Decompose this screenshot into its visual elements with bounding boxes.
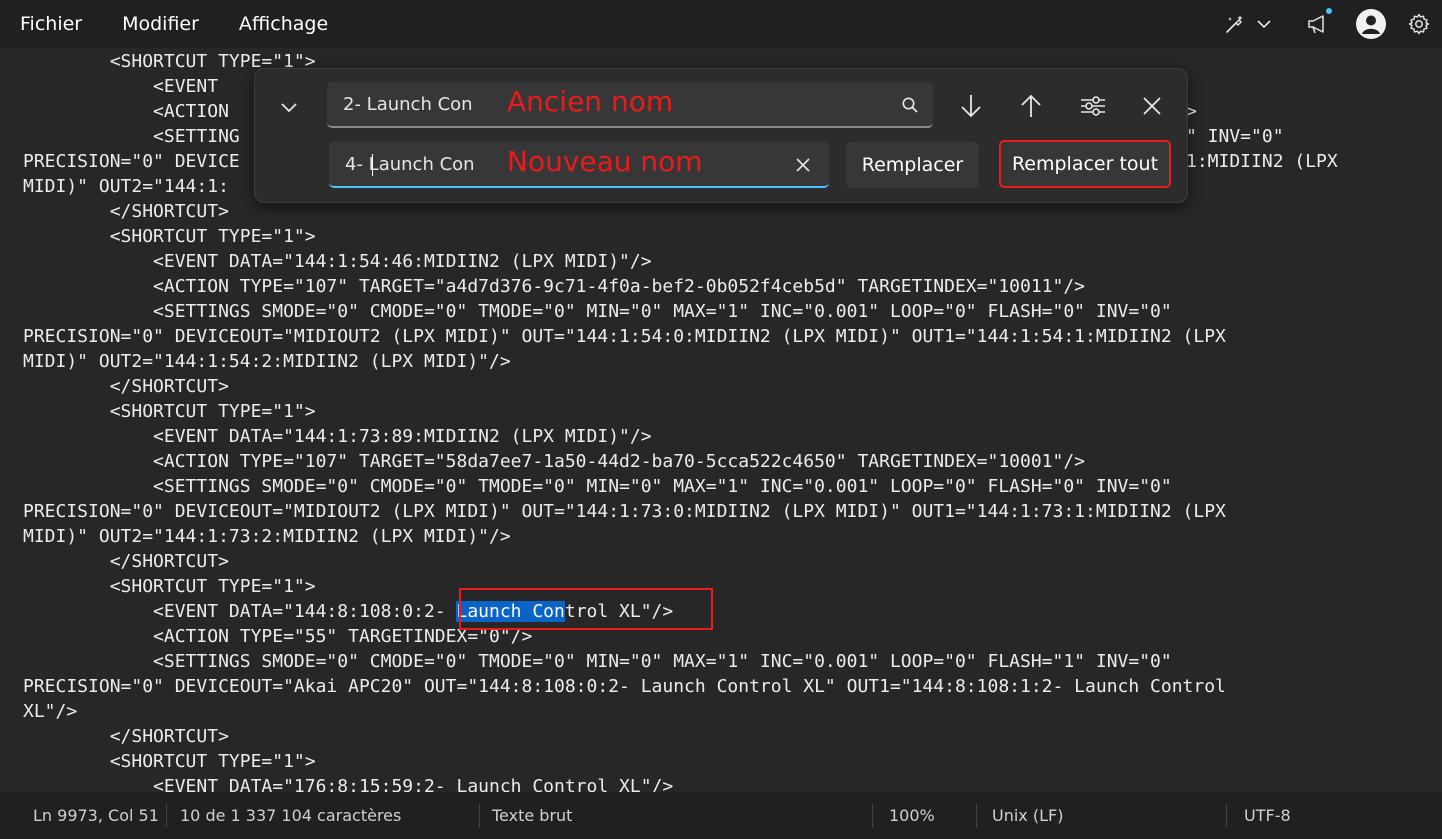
text-caret [372,154,373,176]
editor-line: <EVENT DATA="176:8:15:59:2- Launch Contr… [23,776,674,792]
editor-line: </SHORTCUT> [23,551,229,572]
editor-line: <SETTING [23,126,240,147]
editor-line: <SHORTCUT TYPE="1"> [23,576,316,597]
replace-button[interactable]: Remplacer [846,142,979,188]
editor-line: <ACTION TYPE="107" TARGET="58da7ee7-1a50… [23,451,1086,472]
menubar-actions [1220,0,1442,48]
editor-line-fragment: 1:MIDIIN2 (LPX [1186,151,1338,172]
search-options-sliders-icon[interactable] [1073,89,1113,123]
find-annotation: Ancien nom [507,85,674,118]
status-divider [1226,804,1227,827]
editor-line: <EVENT DATA="144:1:54:46:MIDIIN2 (LPX MI… [23,251,652,272]
menu-bar: Fichier Modifier Affichage [0,0,1442,48]
selection-count: 10 de 1 337 104 caractères [180,806,402,825]
editor-line: </SHORTCUT> [23,726,229,747]
editor-line: <ACTION TYPE="55" TARGETINDEX="0"/> [23,626,533,647]
copilot-icon[interactable] [1220,0,1250,48]
editor-line: <ACTION [23,101,229,122]
status-divider [872,804,873,827]
editor-line: XL"/> [23,701,78,722]
account-icon[interactable] [1354,0,1388,48]
zoom-level[interactable]: 100% [889,792,935,839]
next-match-arrow-down-icon[interactable] [951,89,991,123]
match-annotation-box [459,588,713,630]
menu-affichage[interactable]: Affichage [239,13,328,35]
editor-line: </SHORTCUT> [23,201,229,222]
editor-line: PRECISION="0" DEVICEOUT="MIDIOUT2 (LPX M… [23,501,1226,522]
editor-line: PRECISION="0" DEVICEOUT="MIDIOUT2 (LPX M… [23,326,1226,347]
replace-input[interactable]: 4- Launch Con Nouveau nom [329,142,829,188]
close-icon[interactable] [1132,89,1172,123]
editor-line: MIDI)" OUT2="144:1:54:2:MIDIIN2 (LPX MID… [23,351,511,372]
status-bar: Ln 9973, Col 51 10 de 1 337 104 caractèr… [0,792,1442,839]
encoding[interactable]: UTF-8 [1244,792,1291,839]
editor-line: MIDI)" OUT2="144:1: [23,176,229,197]
replace-annotation: Nouveau nom [507,145,703,178]
editor-line: <SETTINGS SMODE="0" CMODE="0" TMODE="0" … [23,476,1172,497]
editor-line: <ACTION TYPE="107" TARGET="a4d7d376-9c71… [23,276,1086,297]
replace-all-button[interactable]: Remplacer tout [999,140,1171,188]
find-input-value: 2- Launch Con [343,93,473,115]
editor-line: <SHORTCUT TYPE="1"> [23,401,316,422]
editor-line-fragment: " INV="0" [1186,126,1284,147]
editor-line: PRECISION="0" DEVICEOUT="Akai APC20" OUT… [23,676,1226,697]
line-ending[interactable]: Unix (LF) [992,792,1063,839]
megaphone-icon[interactable] [1302,0,1334,48]
previous-match-arrow-up-icon[interactable] [1011,89,1051,123]
editor-line: <EVENT [23,76,229,97]
editor-line: <SHORTCUT TYPE="1"> [23,751,316,772]
clear-input-icon[interactable] [793,155,813,175]
chevron-down-icon[interactable] [1252,0,1276,48]
notification-dot [1326,8,1332,14]
replace-input-value: 4- Launch Con [345,153,475,175]
gear-icon[interactable] [1404,0,1434,48]
status-divider [976,804,977,827]
status-divider [166,804,167,827]
find-input[interactable]: 2- Launch Con Ancien nom [327,82,933,128]
editor-line: <EVENT DATA="144:1:73:89:MIDIIN2 (LPX MI… [23,426,652,447]
status-divider [479,804,480,827]
editor-line: </SHORTCUT> [23,376,229,397]
editor-line: <SHORTCUT TYPE="1"> [23,226,316,247]
file-format[interactable]: Texte brut [492,792,572,839]
search-icon[interactable] [899,94,921,116]
menu-modifier[interactable]: Modifier [122,13,199,35]
editor-line: MIDI)" OUT2="144:1:73:2:MIDIIN2 (LPX MID… [23,526,511,547]
editor-line: <SETTINGS SMODE="0" CMODE="0" TMODE="0" … [23,651,1172,672]
toggle-replace-chevron-icon[interactable] [269,91,309,123]
editor-line: <SETTINGS SMODE="0" CMODE="0" TMODE="0" … [23,301,1172,322]
find-replace-panel: 2- Launch Con Ancien nom 4- Launch Con N… [254,68,1188,203]
menu-fichier[interactable]: Fichier [20,13,82,35]
cursor-position: Ln 9973, Col 51 [33,806,159,825]
editor-line: PRECISION="0" DEVICE [23,151,240,172]
line-text-before: <EVENT DATA="144:8:108:0:2- [23,601,457,622]
